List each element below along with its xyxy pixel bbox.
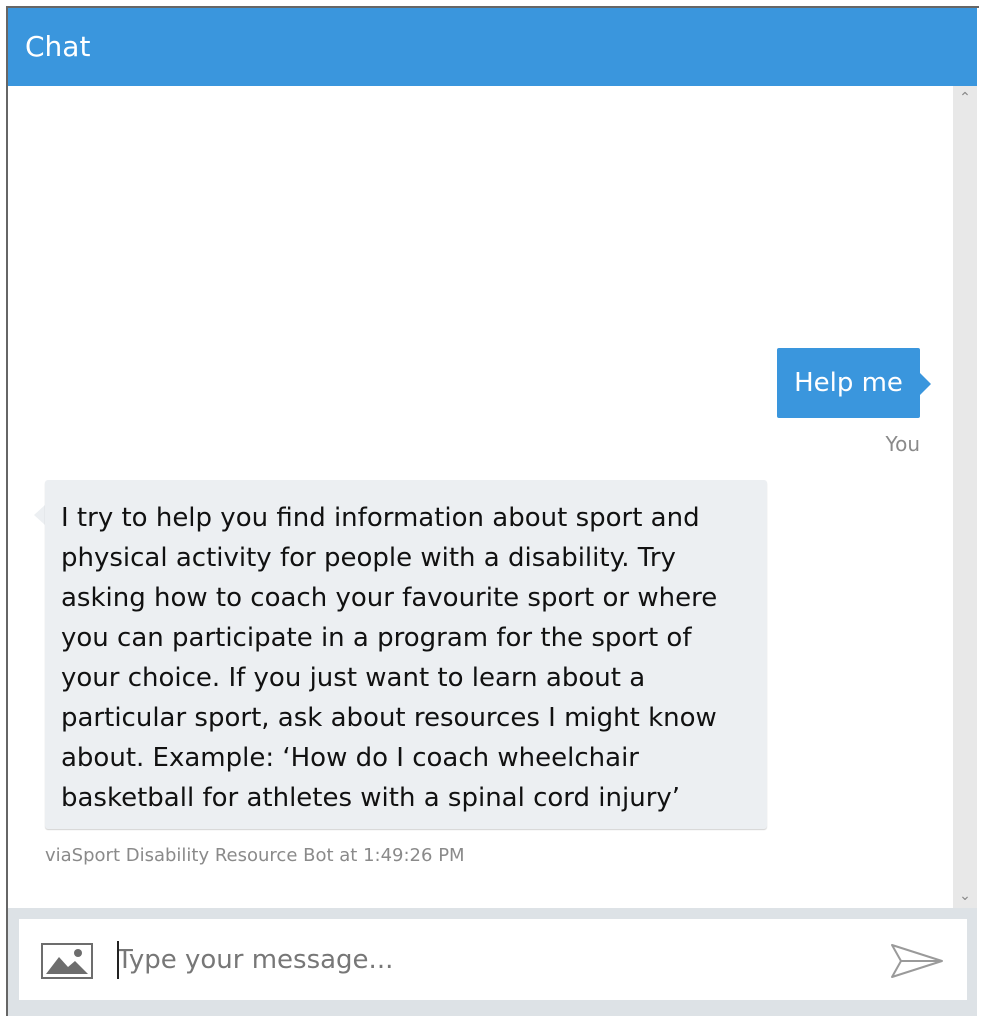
bot-bubble-tail [34,505,45,525]
header-title: Chat [25,30,91,63]
bot-message-bubble: I try to help you find information about… [45,480,767,829]
image-upload-icon[interactable] [41,943,93,979]
message-input[interactable] [117,937,877,983]
history-scrollbar[interactable]: ⌃ ⌄ [953,86,977,908]
bot-sender-label: viaSport Disability Resource Bot at 1:49… [45,845,465,866]
input-bar [8,908,977,1016]
text-caret [117,941,119,979]
send-icon[interactable] [889,941,945,981]
input-box [19,919,967,1000]
chevron-up-icon[interactable]: ⌃ [953,88,977,108]
user-sender-label: You [885,432,920,456]
user-bubble-tail [920,373,931,395]
user-message-bubble: Help me [777,348,920,418]
chevron-down-icon[interactable]: ⌄ [953,886,977,906]
chat-header: Chat [8,8,977,86]
